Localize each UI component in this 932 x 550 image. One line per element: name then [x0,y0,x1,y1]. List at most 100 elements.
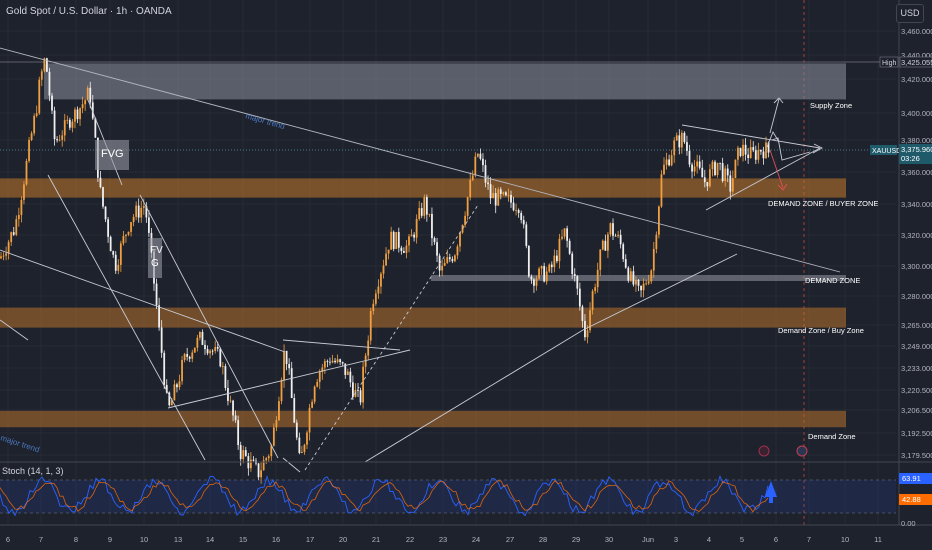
candle-body [265,458,268,461]
candle-body [479,153,482,159]
time-tick: 22 [406,535,414,544]
candle-body [244,450,247,457]
price-tick: 3,320.000 [901,231,932,240]
candle-body [673,140,676,156]
candle-body [420,208,423,216]
candle-body [619,234,622,245]
candle-body [652,249,655,271]
candle-body [176,384,178,388]
candle-body [122,235,125,244]
candle-body [441,265,444,271]
candle-body [642,283,645,291]
candle-body [431,213,433,239]
candle-body [400,247,403,252]
candle-body [196,337,199,348]
candle-body [204,344,206,350]
candle-body [99,177,102,188]
candle-body [232,400,234,416]
candle-body [499,189,502,194]
price-tick: 3,360.000 [901,168,932,177]
fvg-label: FVG [101,148,124,160]
candle-body [285,350,288,365]
candle-body [142,206,145,208]
candle-body [459,232,461,247]
candle-body [239,445,242,460]
candle-body [193,347,196,353]
candle-body [380,273,382,287]
zone-label: Supply Zone [810,101,852,110]
candle-body [385,253,387,266]
candle-body [637,279,640,286]
price-tick: 3,420.000 [901,75,932,84]
candle-body [471,175,474,180]
candle-body [86,87,89,101]
candle-body [66,119,69,121]
candle-body [586,330,589,338]
candle-body [387,249,390,254]
candle-body [5,253,7,256]
candle-body [173,384,176,401]
candle-body [2,255,5,257]
candle-body [466,197,469,216]
time-tick: 9 [108,535,112,544]
candle-body [53,110,56,140]
price-chart[interactable]: Supply Zone DEMAND ZONE / BUYER ZONE DEMAN… [0,0,932,550]
time-tick: 13 [174,535,182,544]
time-tick: 28 [539,535,547,544]
candle-body [576,276,579,289]
candle-body [640,285,642,291]
candle-body [372,303,375,312]
time-tick: 3 [674,535,678,544]
candle-body [390,231,393,250]
candle-body [604,240,607,251]
candle-body [423,197,426,216]
candle-body [267,456,270,459]
candle-body [20,199,23,215]
candle-body [63,120,66,136]
candle-body [318,371,321,382]
candle-body [339,359,342,363]
candle-body [553,255,556,268]
candle-body [484,165,487,183]
candle-body [214,347,217,351]
candle-body [201,331,204,345]
candle-body [38,79,41,114]
candle-body [410,234,413,237]
currency-button[interactable]: USD [896,4,924,23]
candle-body [757,149,760,160]
price-tick: 3,265.000 [901,321,932,330]
candle-body [40,71,43,80]
candle-body [35,113,38,116]
candle-body [107,219,109,237]
candle-body [158,305,160,328]
candle-body [596,269,599,288]
candle-body [742,144,744,156]
candle-body [578,288,581,307]
candle-body [334,360,336,363]
candle-body [754,150,757,160]
candle-body [56,139,58,141]
candle-body [374,293,377,304]
current-price-value: 3,375.960 [901,145,932,154]
symbol-tag: XAUUSD [872,148,901,155]
time-tick: 29 [572,535,580,544]
candle-body [112,251,115,255]
candle-body [382,265,385,274]
candle-body [507,194,510,196]
time-tick: 15 [239,535,247,544]
candle-body [487,182,489,185]
zone-label: DEMAND ZONE / BUYER ZONE [768,199,878,208]
candle-body [308,407,311,433]
time-tick: 8 [74,535,78,544]
candle-body [660,174,663,207]
candle-body [295,422,298,438]
candle-body [762,151,765,159]
candle-body [313,386,316,402]
candle-body [517,210,520,213]
candle-body [739,147,742,156]
candle-body [752,147,755,151]
candle-body [527,245,530,277]
price-tick: 3,400.000 [901,109,932,118]
candle-body [331,360,334,363]
candle-body [94,118,97,138]
